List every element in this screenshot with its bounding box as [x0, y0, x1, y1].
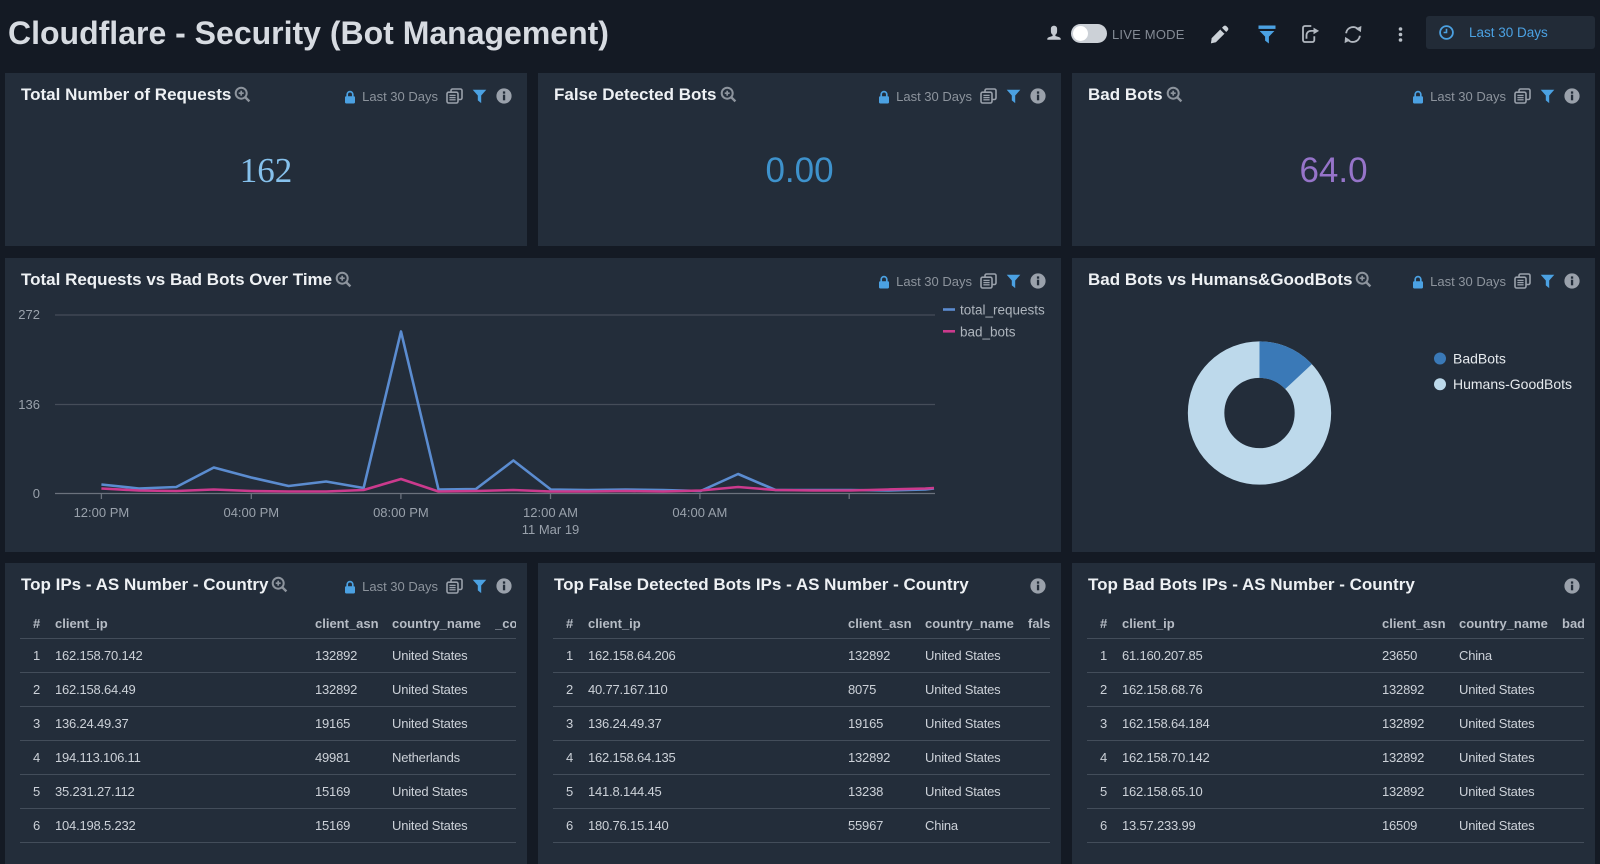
svg-text:total_requests: total_requests: [960, 303, 1045, 318]
svg-text:bad_bots: bad_bots: [960, 324, 1016, 339]
svg-text:Humans-GoodBots: Humans-GoodBots: [1453, 376, 1572, 392]
svg-text:BadBots: BadBots: [1453, 351, 1506, 367]
